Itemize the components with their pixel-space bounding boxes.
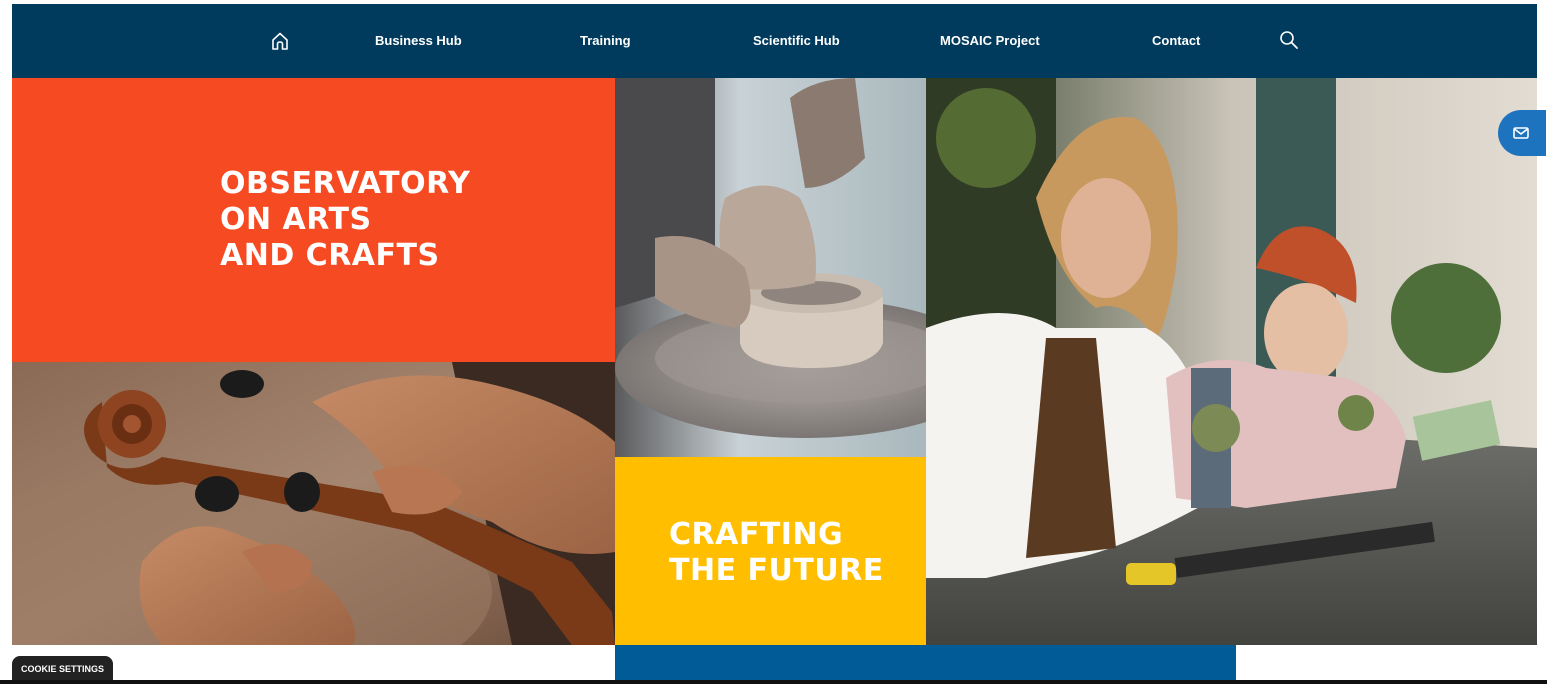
crafting-tile[interactable]: CRAFTING THE FUTURE <box>615 457 926 645</box>
hero-grid: OBSERVATORY ON ARTS AND CRAFTS CRAFTING … <box>12 78 1537 645</box>
nav-scientific-hub[interactable]: Scientific Hub <box>753 4 840 78</box>
crafting-line-2: THE FUTURE <box>669 553 884 588</box>
nav-business-hub[interactable]: Business Hub <box>375 4 462 78</box>
crafting-title: CRAFTING THE FUTURE <box>669 517 884 589</box>
page: Business Hub Training Scientific Hub MOS… <box>0 0 1547 684</box>
workshop-photo <box>926 78 1537 645</box>
home-icon[interactable] <box>269 30 291 52</box>
observatory-line-1: OBSERVATORY <box>220 166 471 201</box>
cookie-settings-button[interactable]: COOKIE SETTINGS <box>12 656 114 680</box>
nav-training[interactable]: Training <box>580 4 631 78</box>
mail-button[interactable] <box>1498 110 1546 156</box>
nav-mosaic-project[interactable]: MOSAIC Project <box>940 4 1040 78</box>
bottom-blue-panel <box>615 645 1236 680</box>
observatory-title: OBSERVATORY ON ARTS AND CRAFTS <box>220 166 470 274</box>
mail-icon <box>1512 124 1530 142</box>
observatory-line-3: AND CRAFTS <box>220 238 440 273</box>
observatory-line-2: ON ARTS <box>220 202 372 237</box>
top-navigation: Business Hub Training Scientific Hub MOS… <box>12 4 1537 78</box>
pottery-photo <box>615 78 926 457</box>
violin-photo <box>12 362 615 645</box>
nav-contact[interactable]: Contact <box>1152 4 1200 78</box>
search-icon[interactable] <box>1278 29 1300 51</box>
bottom-divider <box>0 680 1547 684</box>
observatory-tile[interactable]: OBSERVATORY ON ARTS AND CRAFTS <box>12 78 615 362</box>
crafting-line-1: CRAFTING <box>669 517 844 552</box>
